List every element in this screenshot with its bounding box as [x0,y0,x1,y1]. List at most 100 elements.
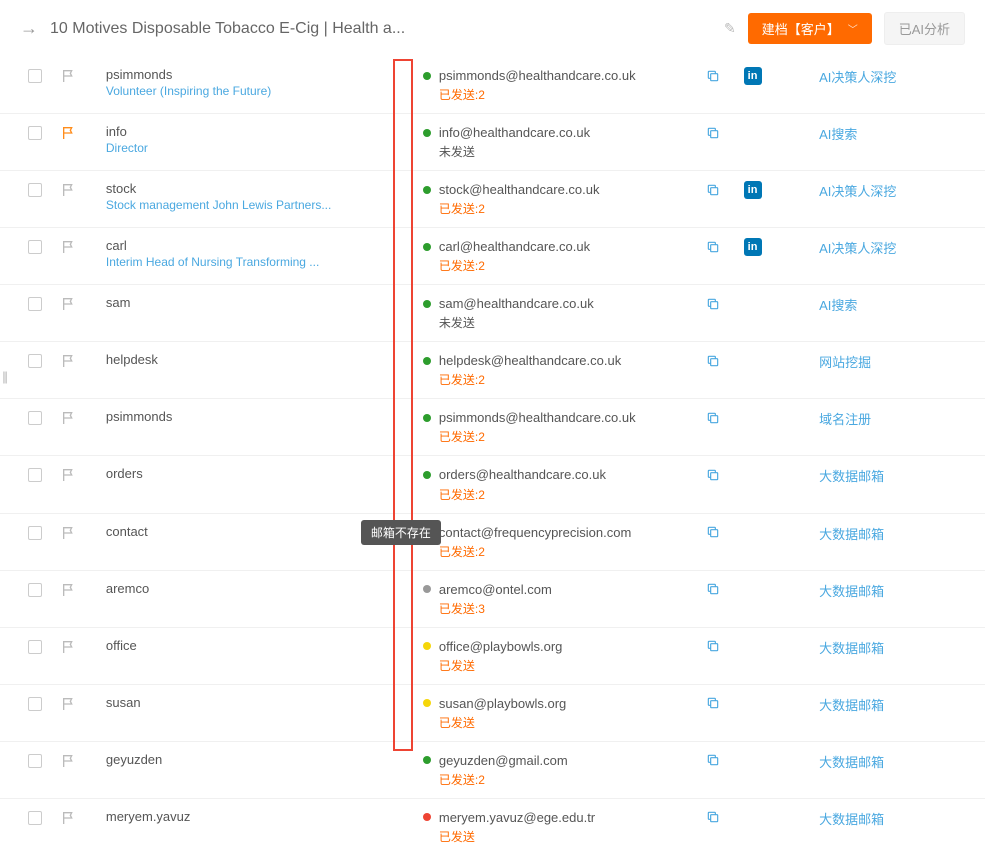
flag-icon[interactable] [61,467,77,483]
action-link[interactable]: AI搜索 [819,127,857,142]
table-row: helpdesk helpdesk@healthandcare.co.uk 已发… [0,342,985,399]
copy-icon[interactable] [706,582,720,596]
sent-status: 已发送:2 [423,257,698,274]
edit-icon[interactable]: ✎ [724,20,736,37]
action-link[interactable]: AI决策人深挖 [819,241,896,256]
contact-name: office [106,638,415,653]
status-dot-icon [423,186,431,194]
copy-icon[interactable] [706,297,720,311]
copy-icon[interactable] [706,126,720,140]
contact-email: office@playbowls.org [439,639,563,654]
action-link[interactable]: 大数据邮箱 [819,641,884,656]
archive-button[interactable]: 建档【客户】 ﹀ [748,13,872,44]
contact-email: sam@healthandcare.co.uk [439,296,594,311]
table-row: carlInterim Head of Nursing Transforming… [0,228,985,285]
flag-icon[interactable] [61,410,77,426]
status-dot-icon [423,756,431,764]
row-checkbox[interactable] [28,411,42,425]
contact-subtitle: Stock management John Lewis Partners... [106,198,415,212]
linkedin-icon[interactable]: in [744,181,762,199]
row-checkbox[interactable] [28,183,42,197]
action-link[interactable]: AI决策人深挖 [819,70,896,85]
action-link[interactable]: 域名注册 [819,412,871,427]
row-checkbox[interactable] [28,811,42,825]
flag-icon[interactable] [61,296,77,312]
linkedin-icon[interactable]: in [744,238,762,256]
status-dot-icon [423,300,431,308]
copy-icon[interactable] [706,69,720,83]
sent-status: 已发送:2 [423,200,698,217]
back-arrow-icon[interactable]: → [20,18,38,39]
page-title: 10 Motives Disposable Tobacco E-Cig | He… [50,20,704,38]
copy-icon[interactable] [706,468,720,482]
contact-email: carl@healthandcare.co.uk [439,239,590,254]
contact-name: helpdesk [106,352,415,367]
row-checkbox[interactable] [28,583,42,597]
contact-name: sam [106,295,415,310]
table-row: psimmonds psimmonds@healthandcare.co.uk … [0,399,985,456]
contact-name: geyuzden [106,752,415,767]
action-link[interactable]: 大数据邮箱 [819,584,884,599]
flag-icon[interactable] [61,182,77,198]
row-checkbox[interactable] [28,468,42,482]
action-link[interactable]: AI搜索 [819,298,857,313]
table-row: psimmondsVolunteer (Inspiring the Future… [0,57,985,114]
row-checkbox[interactable] [28,297,42,311]
row-checkbox[interactable] [28,754,42,768]
copy-icon[interactable] [706,525,720,539]
copy-icon[interactable] [706,810,720,824]
flag-icon[interactable] [61,239,77,255]
row-checkbox[interactable] [28,640,42,654]
contact-name: carl [106,238,415,253]
sent-status: 已发送 [423,714,698,731]
contact-name: info [106,124,415,139]
table-row: geyuzden geyuzden@gmail.com 已发送:2 大数据邮箱 [0,741,985,798]
row-checkbox[interactable] [28,69,42,83]
table-row: aremco aremco@ontel.com 已发送:3 大数据邮箱 [0,570,985,627]
contact-name: psimmonds [106,409,415,424]
action-link[interactable]: 网站挖掘 [819,355,871,370]
copy-icon[interactable] [706,639,720,653]
copy-icon[interactable] [706,696,720,710]
status-dot-icon [423,129,431,137]
action-link[interactable]: 大数据邮箱 [819,527,884,542]
status-dot-icon [423,471,431,479]
row-checkbox[interactable] [28,354,42,368]
analyzed-button[interactable]: 已AI分析 [884,12,965,45]
status-dot-icon [423,813,431,821]
sent-status: 已发送:2 [423,486,698,503]
flag-icon[interactable] [61,125,77,141]
flag-icon[interactable] [61,753,77,769]
copy-icon[interactable] [706,354,720,368]
copy-icon[interactable] [706,753,720,767]
copy-icon[interactable] [706,240,720,254]
flag-icon[interactable] [61,525,77,541]
copy-icon[interactable] [706,411,720,425]
contact-email: aremco@ontel.com [439,582,552,597]
action-link[interactable]: 大数据邮箱 [819,698,884,713]
action-link[interactable]: 大数据邮箱 [819,812,884,827]
flag-icon[interactable] [61,68,77,84]
linkedin-icon[interactable]: in [744,67,762,85]
flag-icon[interactable] [61,353,77,369]
action-link[interactable]: AI决策人深挖 [819,184,896,199]
status-dot-icon [423,699,431,707]
contact-name: susan [106,695,415,710]
row-checkbox[interactable] [28,126,42,140]
flag-icon[interactable] [61,810,77,826]
contact-subtitle: Volunteer (Inspiring the Future) [106,84,415,98]
action-link[interactable]: 大数据邮箱 [819,469,884,484]
table-row: infoDirector info@healthandcare.co.uk 未发… [0,114,985,171]
row-checkbox[interactable] [28,240,42,254]
archive-button-label: 建档【客户】 [762,19,840,38]
flag-icon[interactable] [61,582,77,598]
action-link[interactable]: 大数据邮箱 [819,755,884,770]
table-row: susan susan@playbowls.org 已发送 大数据邮箱 [0,684,985,741]
contact-subtitle: Director [106,141,415,155]
row-checkbox[interactable] [28,526,42,540]
copy-icon[interactable] [706,183,720,197]
sent-status: 未发送 [423,143,698,160]
flag-icon[interactable] [61,639,77,655]
table-wrapper: psimmonds Volunteer (Inspiring the Future… [0,57,985,855]
table-row: contact 邮箱不存在 contact@frequencyprecision… [0,513,985,570]
